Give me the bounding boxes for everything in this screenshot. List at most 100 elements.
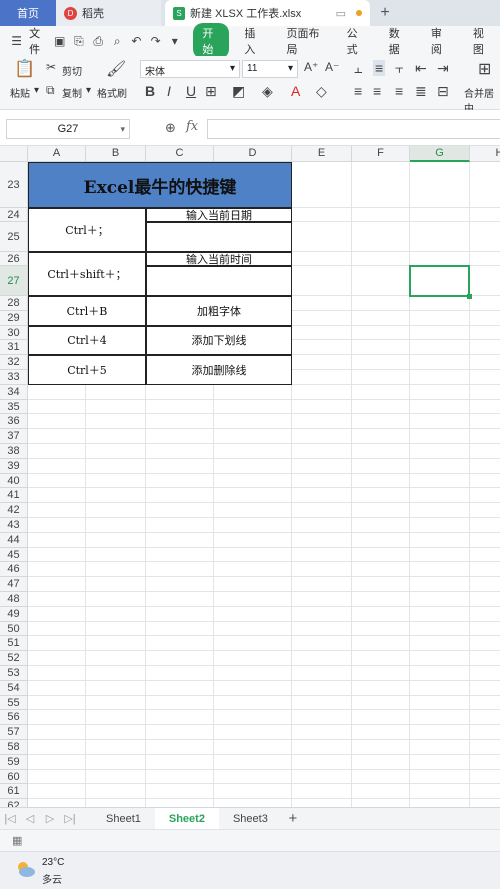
spreadsheet-grid[interactable]: A B C D E F G H 23 24 25 26 27 28 29 30 31 32 33 34 35 36 37 38… xyxy=(0,146,500,807)
active-cell-selection[interactable] xyxy=(409,265,470,297)
column-header-c[interactable]: C xyxy=(146,146,214,162)
tab-home[interactable]: 首页 xyxy=(0,0,56,26)
format-painter-icon[interactable]: 🖌 xyxy=(106,59,126,79)
shortcut-key-cell[interactable]: Ctrl＋B xyxy=(28,296,146,326)
row-header-31[interactable]: 31 xyxy=(0,340,28,356)
indent-increase-icon[interactable]: ⇥ xyxy=(437,60,449,77)
copy-label[interactable]: 复制 xyxy=(62,85,82,100)
row-header-28[interactable]: 28 xyxy=(0,296,28,311)
row-header-30[interactable]: 30 xyxy=(0,325,28,341)
shortcut-result-cell[interactable] xyxy=(146,266,292,296)
underline-icon[interactable]: U xyxy=(186,83,196,99)
row-header-32[interactable]: 32 xyxy=(0,355,28,370)
font-name-select[interactable]: 宋体 ▾ xyxy=(140,60,240,78)
print-icon[interactable]: ⎙ xyxy=(92,34,105,49)
save-icon[interactable]: ▣ xyxy=(53,34,66,48)
row-header-29[interactable]: 29 xyxy=(0,310,28,326)
column-header-e[interactable]: E xyxy=(292,146,352,162)
sheet-tab-2[interactable]: Sheet2 xyxy=(154,807,219,830)
clear-format-icon[interactable]: ◇ xyxy=(316,83,327,100)
function-icon[interactable]: fx xyxy=(186,119,198,134)
row-header-60[interactable]: 60 xyxy=(0,769,28,785)
row-header-61[interactable]: 61 xyxy=(0,784,28,800)
justify-icon[interactable]: ≣ xyxy=(415,83,427,100)
formula-input[interactable] xyxy=(207,119,500,139)
first-sheet-icon[interactable]: |◁ xyxy=(0,812,20,825)
menu-insert[interactable]: 插入 xyxy=(235,25,271,57)
copy-icon[interactable]: ⧉ xyxy=(46,83,55,98)
menu-file[interactable]: 文件 xyxy=(29,25,47,57)
align-bottom-icon[interactable]: ⫟ xyxy=(395,60,403,77)
distributed-icon[interactable]: ⊟ xyxy=(437,83,449,100)
hamburger-menu-icon[interactable]: ☰ xyxy=(10,34,23,48)
shortcut-key-cell[interactable]: Ctrl＋5 xyxy=(28,355,146,385)
quick-access-dropdown-icon[interactable]: ▾ xyxy=(168,34,181,48)
row-header-53[interactable]: 53 xyxy=(0,666,28,681)
row-header-58[interactable]: 58 xyxy=(0,740,28,755)
row-header-39[interactable]: 39 xyxy=(0,458,28,474)
paste-label[interactable]: 粘贴 xyxy=(10,85,30,100)
print-preview-icon[interactable]: ⌕ xyxy=(111,34,124,49)
font-size-select[interactable]: 11 ▾ xyxy=(242,60,298,78)
menu-page-layout[interactable]: 页面布局 xyxy=(277,25,331,57)
column-header-d[interactable]: D xyxy=(214,146,292,162)
fill-style-icon[interactable]: ◩ xyxy=(232,83,245,100)
row-header-41[interactable]: 41 xyxy=(0,488,28,504)
last-sheet-icon[interactable]: ▷| xyxy=(60,812,80,825)
shortcut-key-cell[interactable]: Ctrl＋shift＋； xyxy=(28,252,146,296)
select-all-corner[interactable] xyxy=(0,146,28,162)
border-icon[interactable]: ⊞ xyxy=(205,83,217,100)
row-header-56[interactable]: 56 xyxy=(0,710,28,726)
next-sheet-icon[interactable]: ▷ xyxy=(40,812,60,825)
tab-workbook[interactable]: S 新建 XLSX 工作表.xlsx ▭ xyxy=(165,0,370,26)
increase-font-icon[interactable]: A⁺ xyxy=(304,60,318,74)
row-header-55[interactable]: 55 xyxy=(0,695,28,711)
align-right-icon[interactable]: ≡ xyxy=(395,83,403,99)
row-header-46[interactable]: 46 xyxy=(0,562,28,578)
table-title[interactable]: Excel最牛的快捷键 xyxy=(28,162,292,208)
zoom-search-icon[interactable]: ⊕ xyxy=(165,120,176,136)
redo-icon[interactable]: ↷ xyxy=(149,34,162,48)
align-center-icon[interactable]: ≡ xyxy=(373,83,381,99)
row-header-45[interactable]: 45 xyxy=(0,547,28,563)
row-header-26[interactable]: 26 xyxy=(0,252,28,266)
paste-icon[interactable]: 📋 xyxy=(14,59,35,79)
column-header-a[interactable]: A xyxy=(28,146,86,162)
row-header-52[interactable]: 52 xyxy=(0,651,28,666)
decrease-font-icon[interactable]: A⁻ xyxy=(325,60,339,74)
row-header-24[interactable]: 24 xyxy=(0,208,28,222)
prev-sheet-icon[interactable]: ◁ xyxy=(20,812,40,825)
export-icon[interactable]: ⎘ xyxy=(72,34,85,49)
row-header-50[interactable]: 50 xyxy=(0,621,28,637)
menu-data[interactable]: 数据 xyxy=(380,25,416,57)
column-header-b[interactable]: B xyxy=(86,146,146,162)
row-header-37[interactable]: 37 xyxy=(0,429,28,444)
column-header-h[interactable]: H xyxy=(470,146,500,162)
name-box-dropdown-icon[interactable]: ▾ xyxy=(120,120,125,138)
shortcut-desc-cell[interactable]: 输入当前时间 xyxy=(146,252,292,266)
tab-docer[interactable]: D 稻壳 xyxy=(56,0,161,26)
row-header-49[interactable]: 49 xyxy=(0,606,28,622)
row-header-40[interactable]: 40 xyxy=(0,473,28,489)
row-header-27[interactable]: 27 xyxy=(0,266,28,296)
merge-center-icon[interactable]: ⊞ xyxy=(478,59,491,79)
shortcut-key-cell[interactable]: Ctrl＋； xyxy=(28,208,146,252)
row-header-51[interactable]: 51 xyxy=(0,636,28,652)
row-header-34[interactable]: 34 xyxy=(0,384,28,400)
row-header-57[interactable]: 57 xyxy=(0,725,28,740)
cut-icon[interactable]: ✂ xyxy=(46,60,56,74)
font-color-icon[interactable]: A xyxy=(291,83,300,99)
copy-dropdown-icon[interactable]: ▾ xyxy=(86,85,91,96)
row-header-48[interactable]: 48 xyxy=(0,592,28,607)
menu-start[interactable]: 开始 xyxy=(193,23,230,59)
format-painter-label[interactable]: 格式刷 xyxy=(97,85,127,100)
cut-label[interactable]: 剪切 xyxy=(62,63,82,78)
row-header-42[interactable]: 42 xyxy=(0,503,28,518)
menu-view[interactable]: 视图 xyxy=(464,25,500,57)
row-header-62[interactable]: 62 xyxy=(0,799,28,807)
row-header-59[interactable]: 59 xyxy=(0,754,28,770)
menu-formula[interactable]: 公式 xyxy=(338,25,374,57)
fill-color-icon[interactable]: ◈ xyxy=(262,83,273,100)
name-box[interactable]: G27 ▾ xyxy=(6,119,130,139)
align-middle-icon[interactable]: ≡ xyxy=(373,60,386,76)
